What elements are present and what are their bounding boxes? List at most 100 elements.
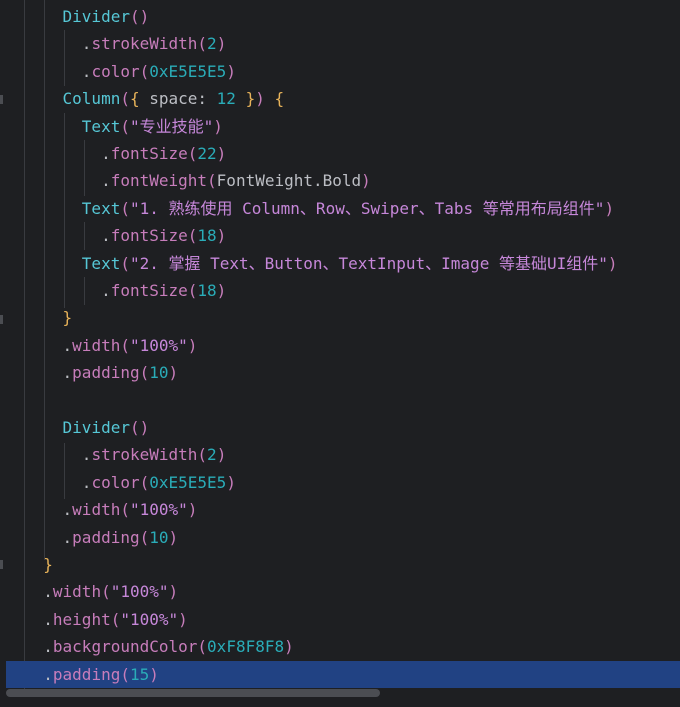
code-line[interactable]: .strokeWidth(2) bbox=[0, 30, 680, 57]
code-token: 22 bbox=[197, 144, 217, 163]
code-token: ( bbox=[187, 144, 198, 163]
code-token: 10 bbox=[149, 363, 169, 383]
code-token: ) bbox=[178, 609, 188, 629]
code-token: . bbox=[62, 335, 73, 355]
code-token: 2 bbox=[207, 34, 217, 54]
code-token: ) bbox=[216, 34, 227, 54]
code-line[interactable]: .padding(10) bbox=[0, 359, 680, 386]
code-token: fontSize bbox=[110, 144, 188, 163]
code-token: ) bbox=[216, 281, 227, 300]
code-token: ( bbox=[197, 34, 208, 54]
code-token: ( bbox=[120, 335, 130, 355]
code-line[interactable]: .fontSize(18) bbox=[0, 277, 680, 304]
code-line[interactable]: } bbox=[0, 551, 680, 578]
code-token: 10 bbox=[149, 527, 169, 547]
code-token: ) bbox=[149, 664, 159, 684]
code-token: ( bbox=[139, 527, 150, 547]
code-token: backgroundColor bbox=[52, 637, 198, 657]
code-line[interactable]: Text("1. 熟练使用 Column、Row、Swiper、Tabs 等常用… bbox=[0, 195, 680, 222]
code-token: ) bbox=[168, 527, 179, 547]
code-token: "2. 掌握 Text、Button、TextInput、Image 等基础UI… bbox=[129, 253, 608, 273]
code-token: } bbox=[43, 555, 53, 574]
code-line[interactable]: .color(0xE5E5E5) bbox=[0, 469, 680, 496]
code-token: width bbox=[52, 582, 102, 602]
code-token: ( bbox=[197, 445, 208, 465]
code-line[interactable]: .color(0xE5E5E5) bbox=[0, 58, 680, 85]
code-token: () bbox=[129, 7, 150, 26]
code-token: padding bbox=[72, 363, 140, 383]
code-token: { bbox=[264, 89, 285, 109]
code-token: ( bbox=[110, 609, 121, 629]
code-token: height bbox=[52, 609, 111, 629]
code-token: ) bbox=[255, 89, 265, 109]
code-line[interactable]: .backgroundColor(0xF8F8F8) bbox=[0, 633, 680, 660]
code-token: Divider bbox=[62, 418, 130, 437]
code-token: 18 bbox=[197, 226, 217, 246]
code-line[interactable]: } bbox=[0, 304, 680, 331]
code-token: ( bbox=[120, 664, 130, 684]
code-line[interactable]: .fontWeight(FontWeight.Bold) bbox=[0, 167, 680, 194]
code-token: . bbox=[62, 500, 73, 520]
code-line[interactable]: Column({ space: 12 }) { bbox=[0, 85, 680, 112]
code-line[interactable]: .width("100%") bbox=[0, 332, 680, 359]
code-token: ) bbox=[604, 198, 615, 218]
code-token: . bbox=[62, 527, 73, 547]
code-token: color bbox=[91, 61, 140, 81]
code-token: ( bbox=[207, 171, 217, 191]
code-token: ( bbox=[120, 198, 130, 218]
code-token: ) bbox=[187, 500, 198, 520]
code-line[interactable]: .fontSize(22) bbox=[0, 140, 680, 167]
code-token: 12 bbox=[216, 89, 236, 109]
code-token: . bbox=[101, 171, 111, 191]
code-token: ) bbox=[226, 472, 236, 492]
code-token: ( bbox=[187, 226, 198, 246]
code-editor[interactable]: Divider() .strokeWidth(2) .color(0xE5E5E… bbox=[0, 0, 680, 707]
code-token: } bbox=[235, 89, 256, 109]
code-token: ) bbox=[216, 144, 227, 163]
editor-bottom-bar bbox=[0, 697, 680, 707]
code-token: . bbox=[101, 226, 111, 246]
code-token: 0xE5E5E5 bbox=[149, 61, 227, 81]
code-token: Text bbox=[81, 198, 121, 218]
code-line[interactable]: .width("100%") bbox=[0, 496, 680, 523]
code-token: ( bbox=[187, 281, 198, 300]
code-line[interactable]: .padding(10) bbox=[0, 524, 680, 551]
code-token: padding bbox=[72, 527, 140, 547]
code-token: ( bbox=[139, 363, 150, 383]
code-token: 15 bbox=[129, 664, 150, 684]
code-line[interactable]: Text("2. 掌握 Text、Button、TextInput、Image … bbox=[0, 250, 680, 277]
code-token: ( bbox=[120, 116, 130, 136]
code-token: . bbox=[43, 664, 53, 684]
code-token: fontWeight bbox=[110, 171, 208, 191]
horizontal-scrollbar[interactable] bbox=[6, 689, 380, 697]
code-line[interactable]: .strokeWidth(2) bbox=[0, 441, 680, 468]
code-token: ( bbox=[197, 637, 208, 657]
code-line[interactable]: .height("100%") bbox=[0, 606, 680, 633]
code-token: width bbox=[72, 335, 121, 355]
code-token: ) bbox=[361, 171, 371, 191]
code-line[interactable]: Text("专业技能") bbox=[0, 113, 680, 140]
code-line[interactable]: .fontSize(18) bbox=[0, 222, 680, 249]
code-line[interactable]: .width("100%") bbox=[0, 578, 680, 605]
code-line[interactable] bbox=[0, 387, 680, 414]
code-line[interactable]: Divider() bbox=[0, 414, 680, 441]
code-line[interactable]: Divider() bbox=[0, 3, 680, 30]
code-token: Column bbox=[62, 89, 121, 109]
code-line-current[interactable]: .padding(15) bbox=[6, 660, 680, 688]
